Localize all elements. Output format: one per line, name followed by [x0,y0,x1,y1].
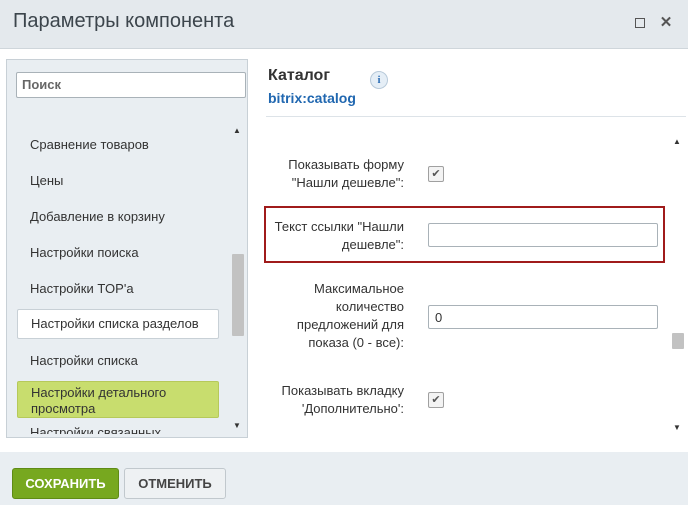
scroll-up-icon[interactable]: ▲ [233,126,241,135]
show-cheaper-form-checkbox[interactable]: ✔ [428,166,444,182]
info-icon[interactable]: i [370,71,388,89]
scroll-up-icon[interactable]: ▲ [673,137,681,146]
sidebar-item-top-settings[interactable]: Настройки TOP'а [17,274,219,304]
field-label-max-offers: Максимальное количество предложений для … [296,281,404,350]
dialog-footer: СОХРАНИТЬ ОТМЕНИТЬ [0,452,688,505]
sidebar-item-list-settings[interactable]: Настройки списка [17,346,219,376]
maximize-icon[interactable] [632,15,648,31]
search-input[interactable] [17,73,245,95]
sidebar-item-add-to-cart[interactable]: Добавление в корзину [17,202,219,232]
component-title: Каталог [268,67,330,84]
scroll-thumb[interactable] [232,254,244,336]
sidebar-item-section-list[interactable]: Настройки списка разделов [17,309,219,339]
sidebar-list: Сравнение товаров Цены Добавление в корз… [7,120,229,434]
search-box [16,72,246,98]
scroll-thumb[interactable] [672,333,684,349]
sidebar-item-search-settings[interactable]: Настройки поиска [17,238,219,268]
field-label-cheaper-link-text: Текст ссылки "Нашли дешевле": [274,219,404,252]
scroll-down-icon[interactable]: ▼ [233,421,241,430]
show-extra-tab-checkbox[interactable]: ✔ [428,392,444,408]
dialog-title: Параметры компонента [13,10,235,32]
save-button[interactable]: СОХРАНИТЬ [12,468,119,499]
divider [266,116,686,117]
field-label-show-cheaper-form: Показывать форму "Нашли дешевле": [288,157,404,190]
cancel-button[interactable]: ОТМЕНИТЬ [124,468,226,499]
sidebar-item-related[interactable]: Настройки связанных [17,418,219,434]
sidebar-item-compare[interactable]: Сравнение товаров [17,130,219,160]
sidebar-scrollbar[interactable]: ▲ ▼ [230,120,244,434]
close-icon[interactable]: ✕ [658,15,674,31]
sidebar: Сравнение товаров Цены Добавление в корз… [6,59,248,438]
dialog-titlebar: Параметры компонента ✕ [0,0,688,49]
component-code: bitrix:catalog [268,90,356,106]
max-offers-input[interactable] [428,305,658,329]
field-label-show-extra-tab: Показывать вкладку 'Дополнительно': [281,383,404,416]
scroll-down-icon[interactable]: ▼ [673,423,681,432]
sidebar-item-prices[interactable]: Цены [17,166,219,196]
cheaper-link-text-input[interactable] [428,223,658,247]
form-scrollbar[interactable]: ▲ ▼ [670,133,686,433]
dialog-content: Сравнение товаров Цены Добавление в корз… [0,49,688,452]
sidebar-item-detail-view[interactable]: Настройки детального просмотра [17,381,219,418]
